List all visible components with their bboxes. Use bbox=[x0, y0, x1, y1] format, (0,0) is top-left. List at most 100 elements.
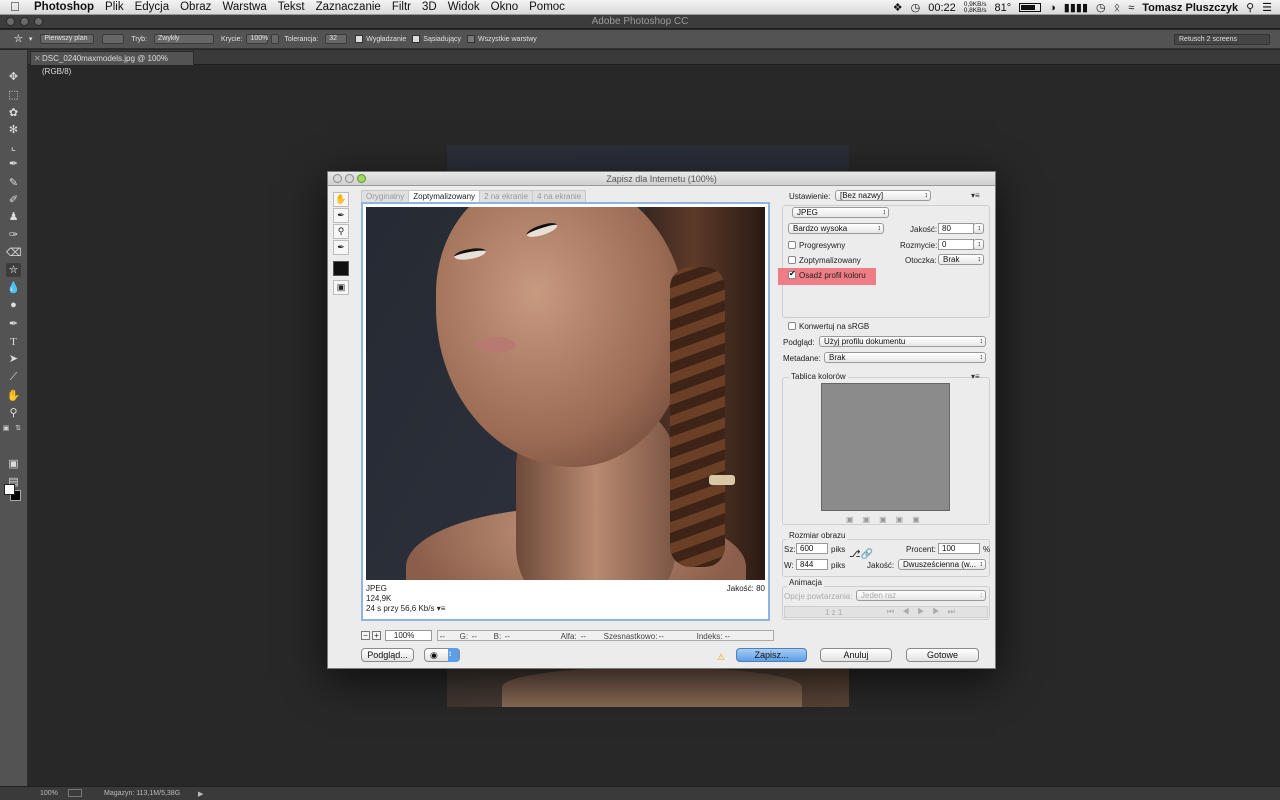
color-table-actions-icon[interactable]: ▣▣▣▣▣ bbox=[846, 515, 929, 524]
bluetooth-icon[interactable]: ᛟ bbox=[1114, 2, 1121, 14]
toggle-slices-icon[interactable]: ▣ bbox=[333, 280, 349, 295]
eyedropper-tool-icon[interactable]: ✒ bbox=[6, 157, 21, 171]
done-button[interactable]: Gotowe bbox=[906, 648, 979, 662]
menu-photoshop[interactable]: Photoshop bbox=[34, 1, 94, 13]
battery-icon[interactable] bbox=[1019, 3, 1042, 12]
eyedropper-color-swatch[interactable] bbox=[333, 261, 349, 276]
spotlight-icon[interactable]: ⚲ bbox=[1246, 1, 1254, 14]
status-arrow-icon[interactable]: ▶ bbox=[198, 790, 203, 798]
status-zoom[interactable]: 100% bbox=[40, 790, 58, 797]
tool-preset-chevron-icon[interactable]: ▾ bbox=[29, 35, 33, 43]
download-speed-menu-icon[interactable]: ▾≡ bbox=[437, 604, 446, 613]
path-selection-tool-icon[interactable]: ➤ bbox=[6, 352, 21, 366]
pattern-select[interactable] bbox=[102, 34, 125, 44]
slice-select-tool-icon[interactable]: ✒ bbox=[333, 208, 349, 223]
mode-select[interactable]: Zwykły bbox=[154, 34, 215, 44]
save-button[interactable]: Zapisz... bbox=[736, 648, 807, 662]
bars-icon[interactable]: ▮▮▮▮ bbox=[1064, 1, 1088, 14]
progressive-checkbox[interactable] bbox=[788, 241, 796, 249]
dialog-zoom-button[interactable] bbox=[357, 174, 366, 183]
zoom-tool-icon[interactable]: ⚲ bbox=[6, 406, 21, 420]
paint-bucket-tool-button-icon[interactable]: ⛦ bbox=[6, 263, 21, 277]
optimized-checkbox[interactable] bbox=[788, 256, 796, 264]
time-machine-icon[interactable]: ◷ bbox=[1096, 1, 1106, 14]
quality-stepper[interactable] bbox=[973, 223, 984, 234]
animation-nav-icon[interactable]: ⏮◀▶▶⏭ bbox=[887, 607, 963, 617]
tolerance-field[interactable]: 32 bbox=[325, 34, 348, 44]
format-select[interactable]: JPEG bbox=[792, 207, 889, 218]
menu-tekst[interactable]: Tekst bbox=[278, 1, 305, 13]
blur-field[interactable]: 0 bbox=[938, 239, 974, 250]
menu-pomoc[interactable]: Pomoc bbox=[529, 1, 565, 13]
clock-text[interactable]: 00:22 bbox=[928, 2, 956, 14]
crop-tool-icon[interactable]: ⌞ bbox=[6, 140, 21, 154]
default-colors-icon[interactable]: ▣ bbox=[2, 422, 10, 436]
apple-icon[interactable]:  bbox=[10, 0, 24, 14]
hand-tool-icon[interactable]: ✋ bbox=[6, 389, 21, 403]
eraser-tool-icon[interactable]: ⌫ bbox=[6, 246, 22, 260]
embed-profile-checkbox[interactable] bbox=[788, 269, 796, 279]
workspace-select[interactable]: Retusch 2 screens bbox=[1174, 34, 1270, 45]
lasso-tool-icon[interactable]: ✿ bbox=[6, 106, 21, 120]
foreground-color-swatch[interactable] bbox=[4, 484, 15, 495]
menu-plik[interactable]: Plik bbox=[105, 1, 124, 13]
preview-photo[interactable] bbox=[366, 207, 765, 580]
pen-tool-icon[interactable]: ✒ bbox=[6, 317, 21, 331]
dropbox-icon[interactable]: ❖ bbox=[893, 1, 903, 14]
menu-okno[interactable]: Okno bbox=[491, 1, 519, 13]
opacity-slider-toggle[interactable] bbox=[271, 34, 280, 44]
cancel-button[interactable]: Anuluj bbox=[820, 648, 892, 662]
status-export-icon[interactable] bbox=[68, 789, 82, 797]
width-field[interactable]: 600 bbox=[796, 543, 828, 554]
color-table-menu-icon[interactable]: ▾≡ bbox=[971, 372, 980, 381]
menu-zaznaczanie[interactable]: Zaznaczanie bbox=[316, 1, 381, 13]
swap-colors-icon[interactable]: ⇅ bbox=[14, 422, 22, 436]
tab-4-up[interactable]: 4 na ekranie bbox=[532, 190, 587, 202]
type-tool-icon[interactable]: T bbox=[6, 335, 21, 349]
matte-select[interactable]: Brak bbox=[938, 254, 984, 265]
constrain-proportions-link-icon[interactable]: ⎇🔗 bbox=[849, 549, 873, 560]
blur-tool-icon[interactable]: 💧 bbox=[6, 281, 21, 295]
zoom-level-select[interactable]: 100% bbox=[384, 629, 432, 641]
contiguous-checkbox[interactable]: Sąsiadujący bbox=[412, 35, 461, 43]
eyedropper-tool-icon[interactable]: ✒ bbox=[333, 240, 349, 255]
display-icon[interactable]: ◑ bbox=[1049, 2, 1056, 14]
marquee-tool-icon[interactable]: ⬚ bbox=[6, 88, 21, 102]
tab-2-up[interactable]: 2 na ekranie bbox=[479, 190, 534, 202]
healing-brush-tool-icon[interactable]: ✎ bbox=[6, 176, 21, 190]
loop-select[interactable]: Jeden raz bbox=[856, 590, 986, 601]
preview-in-browser-button[interactable]: Podgląd... bbox=[361, 648, 414, 662]
preset-select[interactable]: [Bez nazwy] bbox=[835, 190, 931, 201]
hand-tool-icon[interactable]: ✋ bbox=[333, 192, 349, 207]
document-tab[interactable]: ✕ DSC_0240maxmodels.jpg @ 100% (RGB/8) bbox=[30, 51, 194, 76]
history-brush-tool-icon[interactable]: ✑ bbox=[6, 228, 21, 242]
dialog-minimize-button[interactable] bbox=[345, 174, 354, 183]
menu-warstwa[interactable]: Warstwa bbox=[222, 1, 266, 13]
preset-menu-icon[interactable]: ▾≡ bbox=[971, 191, 980, 200]
wifi-icon[interactable]: ≈ bbox=[1128, 2, 1134, 14]
tab-original[interactable]: Oryginalny bbox=[361, 190, 410, 202]
browser-select[interactable]: ◉ ↕ bbox=[424, 648, 460, 662]
menu-widok[interactable]: Widok bbox=[448, 1, 480, 13]
all-layers-checkbox[interactable]: Wszystkie warstwy bbox=[467, 35, 537, 43]
optimized-preview[interactable]: JPEG 124,9K 24 s przy 56,6 Kb/s ▾≡ Jakoś… bbox=[361, 202, 770, 621]
blur-stepper[interactable] bbox=[973, 239, 984, 250]
antialias-checkbox[interactable]: Wygładzanie bbox=[355, 35, 406, 43]
resample-quality-select[interactable]: Dwusześcienna (w... bbox=[898, 559, 986, 570]
preview-profile-select[interactable]: Użyj profilu dokumentu bbox=[819, 336, 986, 347]
dialog-close-button[interactable] bbox=[333, 174, 342, 183]
zoom-out-button[interactable]: − bbox=[361, 630, 370, 640]
metadata-select[interactable]: Brak bbox=[824, 352, 986, 363]
quality-field[interactable]: 80 bbox=[938, 223, 974, 234]
notifications-icon[interactable]: ☰ bbox=[1262, 1, 1272, 14]
menu-edycja[interactable]: Edycja bbox=[135, 1, 170, 13]
color-table-swatches[interactable] bbox=[821, 383, 950, 511]
quality-preset-select[interactable]: Bardzo wysoka bbox=[788, 223, 884, 234]
tab-optimized[interactable]: Zoptymalizowany bbox=[408, 190, 481, 202]
dodge-tool-icon[interactable]: ● bbox=[6, 298, 21, 312]
quick-mask-icon[interactable]: ▣ bbox=[6, 457, 21, 471]
menu-obraz[interactable]: Obraz bbox=[180, 1, 211, 13]
clock-icon[interactable]: ◷ bbox=[911, 1, 921, 14]
percent-field[interactable]: 100 bbox=[938, 543, 980, 554]
height-field[interactable]: 844 bbox=[796, 559, 828, 570]
